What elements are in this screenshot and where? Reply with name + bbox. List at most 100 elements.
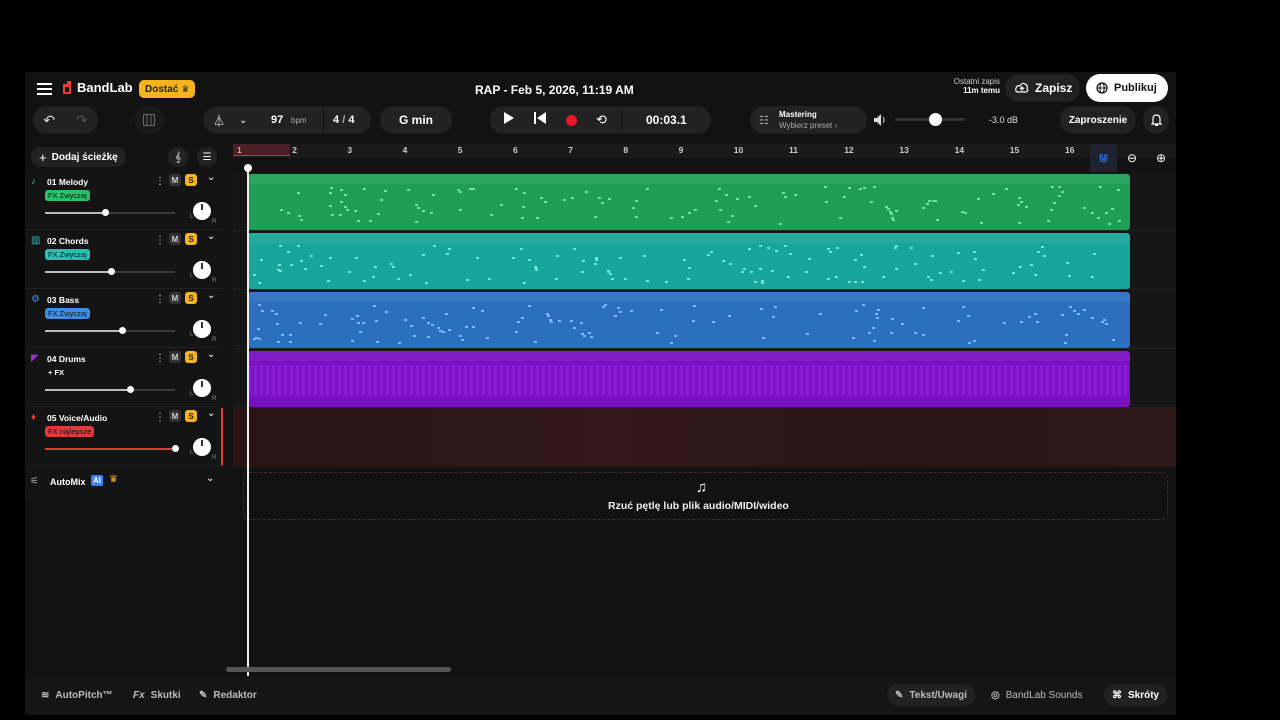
add-track-button[interactable]: + Dodaj ścieżkę [31, 147, 126, 167]
time-signature[interactable]: 4 / 4 [333, 114, 354, 126]
horizontal-scrollbar[interactable] [226, 667, 451, 672]
pan-knob[interactable] [193, 379, 211, 397]
track-name[interactable]: 05 Voice/Audio [47, 413, 107, 423]
zoom-out-icon[interactable]: ⊖ [1127, 151, 1137, 165]
mute-button[interactable]: M [169, 174, 181, 186]
voice-empty-lane[interactable] [233, 408, 1176, 466]
piano-roll-button[interactable] [134, 106, 164, 134]
redo-icon[interactable]: ↷ [76, 112, 88, 129]
track-menu-icon[interactable]: ⋮ [155, 412, 165, 423]
playhead[interactable] [247, 168, 249, 676]
track-volume-slider[interactable] [45, 445, 179, 452]
track-header[interactable]: ▥ 02 Chords ⋮ M S ⌄ FX Zwyczaj L R [25, 231, 223, 289]
speaker-icon[interactable] [874, 113, 887, 131]
chevron-down-icon[interactable]: ⌄ [207, 172, 215, 183]
mute-button[interactable]: M [169, 410, 181, 422]
track-clip[interactable] [248, 233, 1130, 289]
chevron-down-icon[interactable]: ⌄ [207, 231, 215, 242]
time-display[interactable]: 00:03.1 [646, 113, 687, 127]
track-header[interactable]: ♦ 05 Voice/Audio ⋮ M S ⌄ FX najlepsze L … [25, 408, 223, 466]
mute-button[interactable]: M [169, 233, 181, 245]
track-name[interactable]: 03 Bass [47, 295, 79, 305]
lyrics-button[interactable]: ✎ Tekst/Uwagi [887, 684, 975, 706]
volume-knob[interactable] [172, 445, 179, 452]
save-button[interactable]: Zapisz [1005, 74, 1080, 102]
volume-knob[interactable] [126, 386, 134, 393]
bandlab-logo[interactable]: BandLab [61, 80, 133, 95]
timeline-ruler[interactable]: 1 2 3 4 5 6 7 8 9 10 11 12 13 14 15 16 [233, 144, 1176, 158]
track-volume-slider[interactable] [45, 327, 175, 334]
sounds-button[interactable]: ◎ BandLab Sounds [991, 684, 1082, 706]
solo-button[interactable]: S [185, 174, 197, 186]
midi-note [441, 330, 445, 333]
track-header[interactable]: ◤ 04 Drums ⋮ M S ⌄ + FX L R [25, 349, 223, 407]
chevron-down-icon[interactable]: ⌄ [207, 290, 215, 301]
menu-icon[interactable] [37, 82, 53, 96]
playhead-top[interactable] [244, 164, 252, 172]
loop-icon[interactable]: ⟲ [596, 112, 607, 128]
notifications-button[interactable] [1143, 106, 1169, 134]
mixer-button[interactable]: ☰ [197, 147, 217, 167]
volume-knob[interactable] [108, 268, 116, 275]
snap-button[interactable]: ⋓ [1090, 144, 1117, 172]
publish-button[interactable]: Publikuj [1086, 74, 1168, 102]
play-icon[interactable] [504, 111, 514, 129]
upgrade-button[interactable]: Dostać ♛ [139, 80, 196, 98]
track-menu-icon[interactable]: ⋮ [155, 294, 165, 305]
master-volume-knob[interactable] [929, 113, 942, 126]
track-header[interactable]: ⚙ 03 Bass ⋮ M S ⌄ FX Zwyczaj L R [25, 290, 223, 348]
fx-tag[interactable]: FX Zwyczaj [45, 190, 90, 201]
invite-button[interactable]: Zaproszenie [1060, 106, 1136, 134]
mastering-button[interactable]: ☷ Mastering Wybierz preset › [750, 106, 867, 134]
fx-tag[interactable]: + FX [45, 367, 67, 378]
fx-tag[interactable]: FX najlepsze [45, 426, 95, 437]
track-volume-slider[interactable] [45, 268, 175, 275]
metronome-icon[interactable]: ⏃ [213, 112, 225, 129]
track-name[interactable]: 04 Drums [47, 354, 86, 364]
volume-knob[interactable] [118, 327, 126, 334]
pan-knob[interactable] [193, 261, 211, 279]
chevron-down-icon[interactable]: ⌄ [207, 408, 215, 419]
record-button[interactable] [566, 115, 577, 126]
shortcuts-button[interactable]: ⌘ Skróty [1104, 684, 1168, 706]
track-clip[interactable] [248, 292, 1130, 348]
solo-button[interactable]: S [185, 233, 197, 245]
track-header[interactable]: ♪ 01 Melody ⋮ M S ⌄ FX Zwyczaj L R [25, 172, 223, 230]
key-selector[interactable]: G min [380, 106, 452, 134]
solo-button[interactable]: S [185, 410, 197, 422]
skip-back-icon[interactable] [534, 111, 546, 129]
pan-knob[interactable] [193, 320, 211, 338]
fx-tag[interactable]: FX Zwyczaj [45, 249, 90, 260]
track-clip[interactable] [248, 351, 1130, 407]
bpm-value[interactable]: 97 [271, 114, 283, 126]
solo-button[interactable]: S [185, 292, 197, 304]
mute-button[interactable]: M [169, 292, 181, 304]
autopitch-button[interactable]: ≋ AutoPitch™ [41, 684, 113, 706]
track-menu-icon[interactable]: ⋮ [155, 235, 165, 246]
track-volume-slider[interactable] [45, 386, 175, 393]
zoom-in-icon[interactable]: ⊕ [1156, 151, 1166, 165]
track-name[interactable]: 02 Chords [47, 236, 89, 246]
track-clip[interactable] [248, 174, 1130, 230]
project-title[interactable]: RAP - Feb 5, 2026, 11:19 AM [475, 83, 725, 97]
track-menu-icon[interactable]: ⋮ [155, 176, 165, 187]
solo-button[interactable]: S [185, 351, 197, 363]
pan-knob[interactable] [193, 202, 211, 220]
volume-knob[interactable] [101, 209, 109, 216]
tuner-button[interactable]: 𝄞 [168, 147, 188, 167]
chevron-down-icon[interactable]: ⌄ [239, 115, 247, 126]
effects-button[interactable]: Fx Skutki [133, 684, 181, 706]
track-menu-icon[interactable]: ⋮ [155, 353, 165, 364]
track-volume-slider[interactable] [45, 209, 175, 216]
undo-icon[interactable]: ↶ [43, 112, 55, 129]
automix-row[interactable]: ⚟ AutoMix AI ♛ ⌄ [25, 468, 223, 498]
drop-zone[interactable]: ♫ Rzuć pętlę lub plik audio/MIDI/wideo [243, 472, 1168, 520]
chevron-down-icon[interactable]: ⌄ [207, 349, 215, 360]
editor-button[interactable]: ✎ Redaktor [199, 684, 257, 706]
master-volume-slider[interactable] [895, 113, 965, 126]
mute-button[interactable]: M [169, 351, 181, 363]
pan-knob[interactable] [193, 438, 211, 456]
chevron-down-icon[interactable]: ⌄ [206, 473, 214, 484]
fx-tag[interactable]: FX Zwyczaj [45, 308, 90, 319]
track-name[interactable]: 01 Melody [47, 177, 88, 187]
